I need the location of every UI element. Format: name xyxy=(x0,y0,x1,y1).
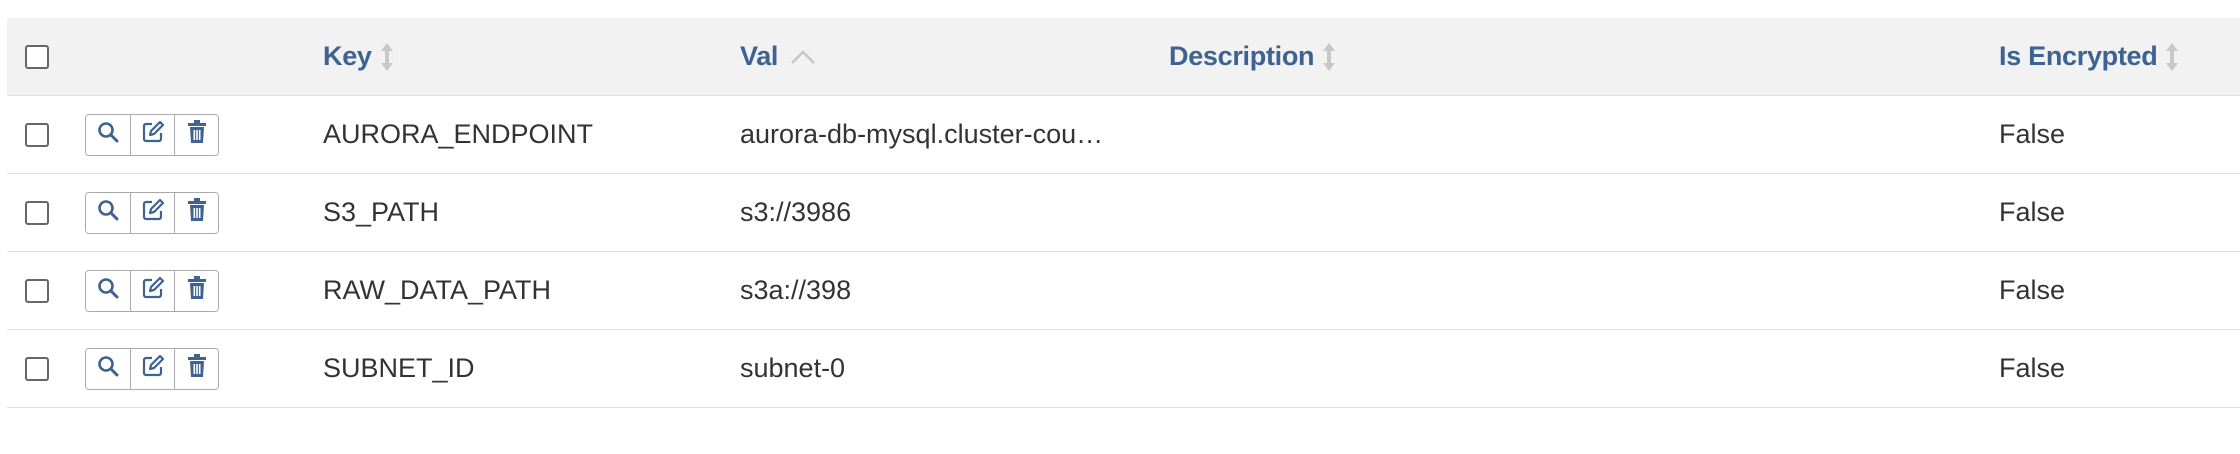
table-row: SUBNET_ID subnet-0 False xyxy=(7,329,2240,408)
search-icon xyxy=(97,121,119,148)
column-header-key[interactable]: Key xyxy=(323,18,394,95)
column-header-description[interactable]: Description xyxy=(1169,18,1336,95)
trash-icon xyxy=(187,120,207,149)
key-cell: S3_PATH xyxy=(323,197,440,227)
val-cell: subnet-0 xyxy=(740,353,846,383)
sort-icon xyxy=(1322,42,1336,72)
row-select-cell xyxy=(25,252,49,329)
val-cell: aurora-db-mysql.cluster-cou… xyxy=(740,119,1104,149)
row-actions xyxy=(85,330,219,407)
column-header-is-encrypted[interactable]: Is Encrypted xyxy=(1999,18,2179,95)
search-icon xyxy=(97,199,119,226)
edit-icon xyxy=(141,198,165,227)
select-all-checkbox[interactable] xyxy=(25,44,49,69)
row-actions xyxy=(85,174,219,251)
edit-button[interactable] xyxy=(130,270,174,311)
column-header-val[interactable]: Val xyxy=(740,18,816,95)
row-checkbox[interactable] xyxy=(25,122,49,147)
chevron-up-icon xyxy=(790,49,816,65)
delete-button[interactable] xyxy=(174,348,218,389)
sort-icon xyxy=(2165,42,2179,72)
search-icon xyxy=(97,355,119,382)
trash-icon xyxy=(187,198,207,227)
is-encrypted-cell: False xyxy=(1999,119,2066,149)
delete-button[interactable] xyxy=(174,114,218,155)
table-row: RAW_DATA_PATH s3a://398 False xyxy=(7,251,2240,329)
select-all-cell xyxy=(25,18,49,95)
column-header-key-label: Key xyxy=(323,41,372,71)
row-actions xyxy=(85,96,219,173)
key-cell: SUBNET_ID xyxy=(323,353,475,383)
table-row: S3_PATH s3://3986 False xyxy=(7,173,2240,251)
table-row: AURORA_ENDPOINT aurora-db-mysql.cluster-… xyxy=(7,95,2240,173)
variables-table: Key Val Description Is Encrypted AURORA_… xyxy=(7,18,2240,408)
trash-icon xyxy=(187,276,207,305)
delete-button[interactable] xyxy=(174,270,218,311)
edit-icon xyxy=(141,354,165,383)
row-select-cell xyxy=(25,174,49,251)
action-button-group xyxy=(85,191,219,234)
action-button-group xyxy=(85,269,219,312)
edit-icon xyxy=(141,120,165,149)
sort-icon xyxy=(380,42,394,72)
key-cell: AURORA_ENDPOINT xyxy=(323,119,594,149)
row-select-cell xyxy=(25,96,49,173)
action-button-group xyxy=(85,113,219,156)
is-encrypted-cell: False xyxy=(1999,197,2066,227)
column-header-is-encrypted-label: Is Encrypted xyxy=(1999,41,2158,71)
edit-button[interactable] xyxy=(130,114,174,155)
column-header-description-label: Description xyxy=(1169,41,1315,71)
row-checkbox[interactable] xyxy=(25,356,49,381)
is-encrypted-cell: False xyxy=(1999,353,2066,383)
action-button-group xyxy=(85,347,219,390)
view-button[interactable] xyxy=(86,192,130,233)
delete-button[interactable] xyxy=(174,192,218,233)
table-header: Key Val Description Is Encrypted xyxy=(7,18,2240,95)
row-checkbox[interactable] xyxy=(25,278,49,303)
row-checkbox[interactable] xyxy=(25,200,49,225)
val-cell: s3://3986 xyxy=(740,197,852,227)
edit-icon xyxy=(141,276,165,305)
key-cell: RAW_DATA_PATH xyxy=(323,275,552,305)
column-header-val-label: Val xyxy=(740,41,779,71)
edit-button[interactable] xyxy=(130,192,174,233)
view-button[interactable] xyxy=(86,114,130,155)
view-button[interactable] xyxy=(86,348,130,389)
view-button[interactable] xyxy=(86,270,130,311)
val-cell: s3a://398 xyxy=(740,275,852,305)
search-icon xyxy=(97,277,119,304)
row-actions xyxy=(85,252,219,329)
is-encrypted-cell: False xyxy=(1999,275,2066,305)
edit-button[interactable] xyxy=(130,348,174,389)
trash-icon xyxy=(187,354,207,383)
row-select-cell xyxy=(25,330,49,407)
